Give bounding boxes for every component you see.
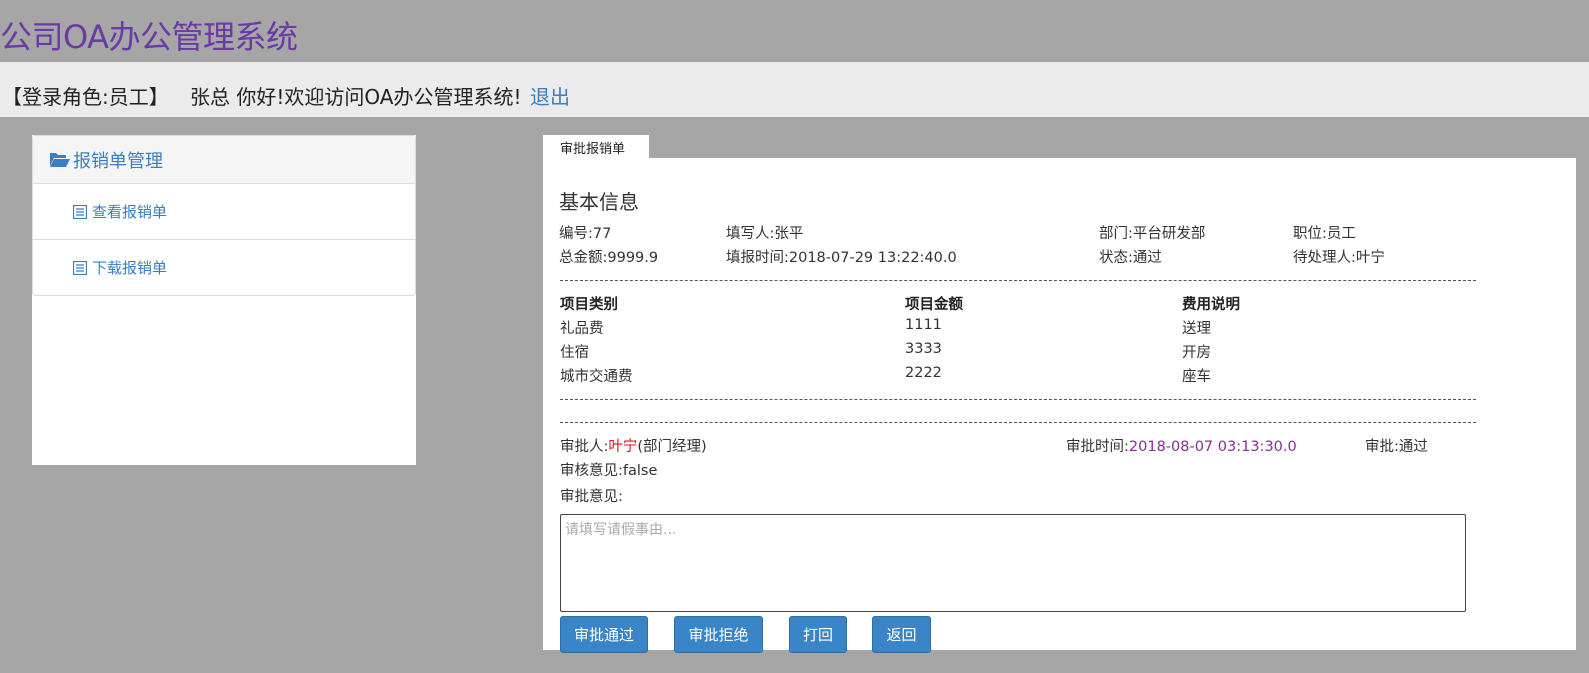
sidebar-item-label: 下载报销单: [92, 259, 168, 277]
approver-label: 审批人:: [560, 439, 609, 455]
sidebar-item-view-expense[interactable]: 查看报销单: [33, 184, 415, 240]
tab-approve-expense[interactable]: 审批报销单: [543, 135, 649, 159]
divider: [560, 422, 1476, 423]
send-back-button[interactable]: 打回: [789, 616, 847, 653]
logout-link[interactable]: 退出: [530, 81, 570, 110]
expense-department: 部门:平台研发部: [1099, 226, 1206, 242]
approver-info: 审批人:叶宁(部门经理): [560, 435, 707, 456]
welcome-message: 张总 你好!欢迎访问OA办公管理系统!: [190, 85, 522, 109]
table-header-amount: 项目金额: [905, 297, 963, 313]
expense-status: 状态:通过: [1099, 250, 1162, 266]
expense-position: 职位:员工: [1293, 226, 1356, 242]
review-opinion: 审核意见:false: [560, 463, 658, 479]
sidebar-item-download-expense[interactable]: 下载报销单: [33, 240, 415, 295]
return-button[interactable]: 返回: [872, 616, 931, 653]
sidebar-item-label: 查看报销单: [92, 203, 168, 221]
login-role: 【登录角色:员工】: [2, 85, 169, 109]
approve-button[interactable]: 审批通过: [560, 616, 648, 653]
approval-opinion-textarea[interactable]: [560, 514, 1466, 612]
table-cell-amount: 1111: [905, 317, 942, 333]
divider: [560, 280, 1476, 281]
table-header-description: 费用说明: [1182, 297, 1240, 313]
app-title: 公司OA办公管理系统: [0, 18, 298, 56]
list-icon: [73, 204, 87, 219]
sidebar-header-expense-management[interactable]: 报销单管理: [33, 136, 415, 184]
expense-id: 编号:77: [559, 226, 612, 242]
table-cell-description: 送理: [1182, 321, 1211, 337]
folder-open-icon: [50, 152, 70, 167]
table-cell-category: 礼品费: [560, 321, 604, 337]
table-cell-amount: 2222: [905, 365, 942, 381]
sidebar: 报销单管理 查看报销单 下载报销单: [32, 135, 416, 465]
expense-pending-handler: 待处理人:叶宁: [1293, 250, 1385, 266]
approval-result: 审批:通过: [1365, 439, 1428, 455]
divider: [560, 399, 1476, 400]
table-cell-description: 开房: [1182, 345, 1211, 361]
approval-time-label: 审批时间:: [1066, 439, 1129, 455]
table-cell-category: 城市交通费: [560, 369, 633, 385]
table-cell-amount: 3333: [905, 341, 942, 357]
main-panel: 基本信息 编号:77 填写人:张平 部门:平台研发部 职位:员工 总金额:999…: [543, 158, 1576, 653]
sidebar-panel: 报销单管理 查看报销单 下载报销单: [32, 135, 416, 296]
expense-fill-time: 填报时间:2018-07-29 13:22:40.0: [726, 250, 957, 266]
expense-total: 总金额:9999.9: [559, 250, 659, 266]
list-icon: [73, 260, 87, 275]
table-cell-description: 座车: [1182, 369, 1211, 385]
approver-name: 叶宁: [608, 439, 638, 455]
reject-button[interactable]: 审批拒绝: [674, 616, 763, 653]
section-title-basic-info: 基本信息: [559, 190, 639, 214]
approval-time: 审批时间:2018-08-07 03:13:30.0: [1066, 435, 1297, 456]
expense-writer: 填写人:张平: [726, 226, 804, 242]
table-cell-category: 住宿: [560, 345, 589, 361]
approval-time-value: 2018-08-07 03:13:30.0: [1128, 439, 1297, 455]
sidebar-header-label: 报销单管理: [73, 150, 163, 172]
approver-role: (部门经理): [637, 439, 707, 455]
table-header-category: 项目类别: [560, 297, 618, 313]
approval-opinion-label: 审批意见:: [560, 489, 623, 505]
user-bar: 【登录角色:员工】 张总 你好!欢迎访问OA办公管理系统! 退出: [0, 62, 1589, 117]
